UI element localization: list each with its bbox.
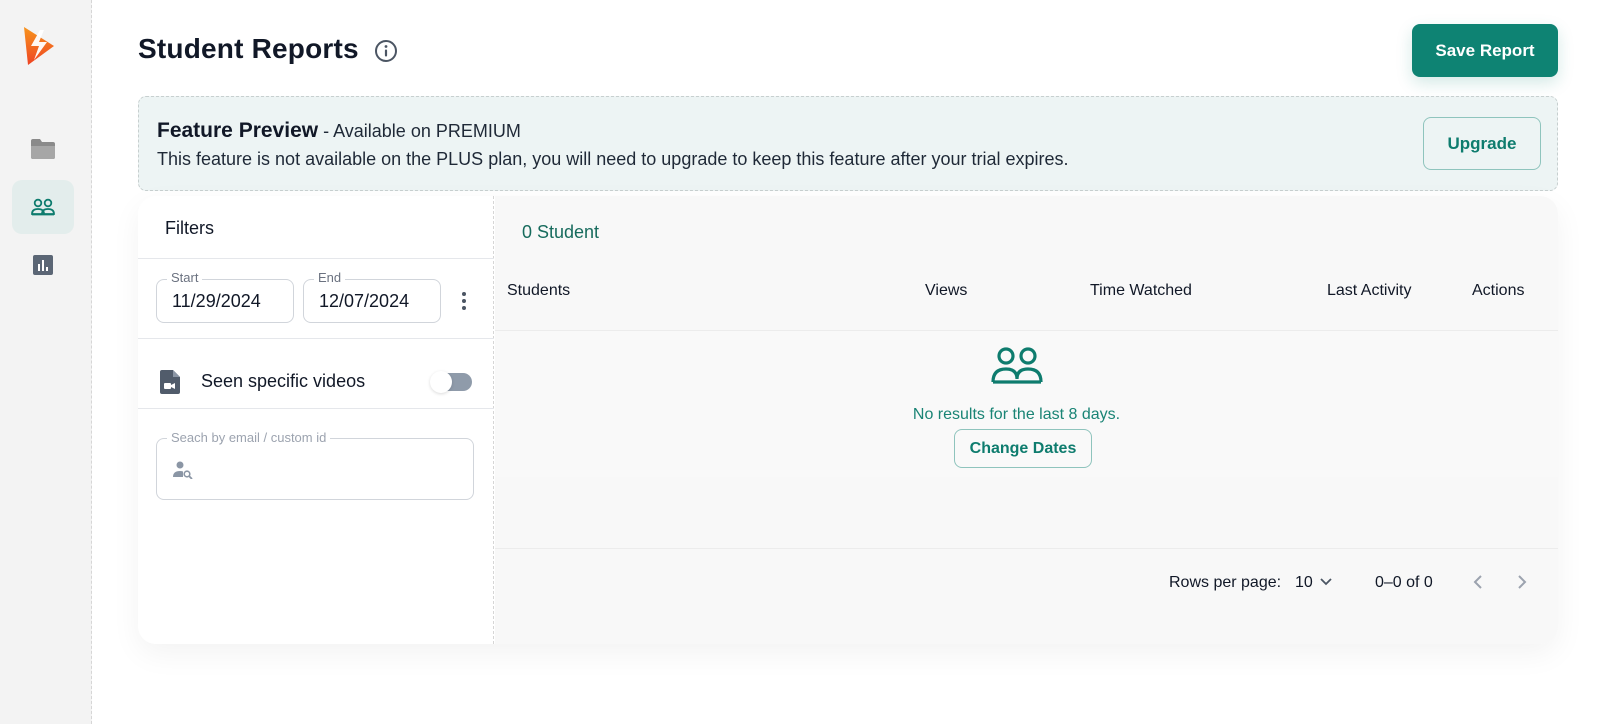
start-date-label: Start (167, 270, 203, 285)
feature-preview-banner: Feature Preview - Available on PREMIUM T… (138, 96, 1558, 191)
column-header-last-activity[interactable]: Last Activity (1327, 282, 1411, 300)
empty-state-text: No results for the last 8 days. (912, 406, 1121, 423)
chevron-left-icon (1473, 575, 1482, 589)
date-options-kebab-icon[interactable] (456, 286, 472, 316)
empty-state: No results for the last 8 days. Change D… (495, 331, 1558, 477)
change-dates-button[interactable]: Change Dates (954, 429, 1092, 468)
table-footer-divider (495, 548, 1558, 549)
end-date-label: End (314, 270, 346, 285)
banner-title-text: Feature Preview (157, 119, 319, 142)
column-header-time-watched[interactable]: Time Watched (1090, 282, 1192, 300)
app-logo[interactable] (20, 24, 58, 68)
sidebar-item-students[interactable] (12, 180, 74, 234)
filters-title: Filters (165, 218, 214, 238)
bar-chart-icon (33, 255, 53, 275)
chevron-right-icon (1518, 575, 1527, 589)
info-icon[interactable] (374, 39, 398, 63)
end-date-field[interactable]: End 12/07/2024 (303, 270, 441, 323)
sidebar-item-folder[interactable] (12, 122, 74, 176)
results-panel: 0 Student Students Views Time Watched La… (495, 196, 1558, 644)
users-icon (991, 347, 1043, 384)
filters-panel: Filters Start 11/29/2024 End 12/07/2024 … (138, 196, 494, 644)
end-date-value: 12/07/2024 (319, 291, 410, 311)
search-label: Seach by email / custom id (167, 430, 331, 445)
rows-per-page-label: Rows per page: (1169, 574, 1282, 591)
video-file-icon (160, 370, 180, 394)
users-icon (31, 198, 55, 216)
column-header-actions: Actions (1472, 282, 1525, 299)
rows-per-page-value: 10 (1295, 574, 1313, 591)
seen-specific-videos-toggle[interactable] (430, 371, 474, 393)
rows-per-page-select[interactable]: 10 (1295, 572, 1341, 594)
seen-specific-videos-label: Seen specific videos (201, 371, 366, 391)
sidebar (0, 0, 92, 724)
banner-subtitle: - Available on PREMIUM (318, 121, 521, 141)
banner-title: Feature Preview - Available on PREMIUM (157, 119, 521, 143)
student-count: 0 Student (522, 222, 600, 242)
report-card: Filters Start 11/29/2024 End 12/07/2024 … (138, 196, 1558, 644)
start-date-field[interactable]: Start 11/29/2024 (156, 270, 294, 323)
folder-icon (31, 139, 55, 159)
previous-page-button[interactable] (1467, 568, 1489, 596)
start-date-value: 11/29/2024 (172, 291, 261, 311)
search-field[interactable]: Seach by email / custom id (156, 430, 474, 500)
banner-text: This feature is not available on the PLU… (157, 149, 1069, 169)
page-title: Student Reports (138, 33, 359, 64)
save-report-button[interactable]: Save Report (1412, 24, 1558, 77)
pagination-range: 0–0 of 0 (1375, 574, 1433, 591)
divider (138, 408, 494, 409)
person-search-icon (173, 461, 193, 479)
upgrade-button[interactable]: Upgrade (1423, 117, 1541, 170)
chevron-down-icon (1320, 578, 1332, 586)
divider (138, 338, 494, 339)
divider (138, 258, 494, 259)
toggle-knob (430, 371, 452, 393)
logo-icon (24, 27, 54, 65)
column-header-students[interactable]: Students (507, 282, 570, 300)
column-header-views[interactable]: Views (925, 282, 967, 300)
sidebar-item-reports[interactable] (12, 238, 74, 292)
search-input[interactable] (201, 453, 461, 485)
next-page-button[interactable] (1511, 568, 1533, 596)
